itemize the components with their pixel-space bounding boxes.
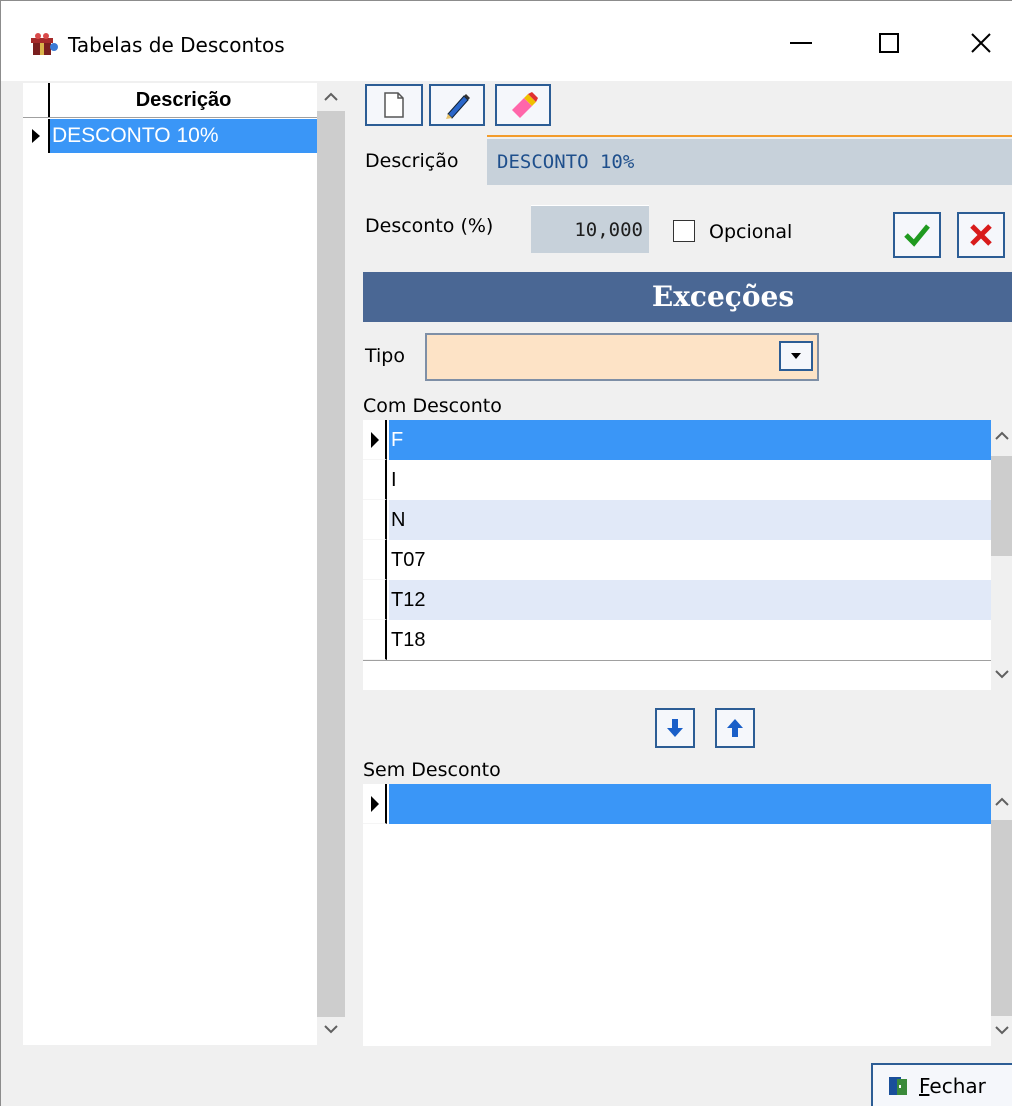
- table-cell[interactable]: N: [389, 500, 991, 540]
- minimize-icon: [790, 42, 812, 44]
- left-grid-scrollbar[interactable]: [317, 83, 345, 1045]
- window-title: Tabelas de Descontos: [68, 33, 285, 57]
- com-desconto-grid[interactable]: F I N T07 T12 T18: [363, 420, 991, 690]
- row-indicator: [363, 420, 387, 460]
- current-row-arrow-icon: [371, 432, 379, 448]
- close-icon: [971, 33, 991, 53]
- sem-desconto-grid[interactable]: [363, 784, 991, 1046]
- chevron-up-icon: [324, 92, 338, 101]
- maximize-button[interactable]: [859, 21, 919, 65]
- fechar-button[interactable]: Fechar: [871, 1063, 1012, 1106]
- eraser-icon: [512, 92, 538, 118]
- table-cell[interactable]: F: [389, 420, 991, 460]
- table-cell[interactable]: DESCONTO 10%: [50, 119, 317, 153]
- sem-desconto-scrollbar[interactable]: [991, 784, 1012, 1046]
- row-indicator: [363, 580, 387, 620]
- current-row-arrow-icon: [32, 129, 40, 143]
- scroll-down-button[interactable]: [317, 1017, 345, 1043]
- fechar-label: Fechar: [919, 1074, 986, 1098]
- opcional-checkbox[interactable]: [673, 220, 695, 242]
- desconto-percent-field[interactable]: 10,000: [531, 205, 649, 253]
- cancel-button[interactable]: [957, 212, 1005, 258]
- row-indicator: [363, 620, 387, 660]
- descricao-field[interactable]: DESCONTO 10%: [487, 139, 1012, 185]
- red-x-icon: [970, 224, 992, 246]
- scroll-down-button[interactable]: [991, 662, 1012, 688]
- arrow-down-icon: [667, 719, 683, 737]
- close-button[interactable]: [951, 21, 1011, 65]
- opcional-label[interactable]: Opcional: [709, 221, 792, 243]
- scroll-down-button[interactable]: [991, 1018, 1012, 1044]
- edit-pen-icon: [446, 94, 470, 119]
- app-gift-icon: [27, 31, 59, 57]
- table-row[interactable]: [363, 784, 991, 824]
- new-button[interactable]: [365, 84, 423, 126]
- table-row[interactable]: T12: [363, 580, 991, 620]
- tipo-select[interactable]: [425, 333, 819, 381]
- row-indicator: [363, 500, 387, 540]
- table-row[interactable]: T07: [363, 540, 991, 580]
- current-row-arrow-icon: [371, 796, 379, 812]
- com-desconto-scrollbar[interactable]: [991, 420, 1012, 690]
- tabelas-de-descontos-window: Tabelas de Descontos Descrição DESCONTO …: [0, 0, 1012, 1106]
- new-document-icon: [384, 92, 404, 118]
- confirm-button[interactable]: [893, 212, 941, 258]
- table-cell[interactable]: I: [389, 460, 991, 500]
- com-desconto-label: Com Desconto: [363, 395, 502, 417]
- exit-door-icon: [889, 1077, 907, 1095]
- table-cell[interactable]: T18: [389, 620, 991, 660]
- tipo-dropdown-button[interactable]: [779, 341, 813, 371]
- table-row[interactable]: I: [363, 460, 991, 500]
- row-indicator: [363, 540, 387, 580]
- header-indicator-column: [23, 83, 50, 117]
- row-indicator: [363, 784, 387, 824]
- sem-desconto-label: Sem Desconto: [363, 759, 501, 781]
- chevron-down-icon: [995, 670, 1009, 679]
- row-indicator: [23, 119, 50, 153]
- accent-divider: [487, 135, 1012, 137]
- scroll-thumb[interactable]: [991, 456, 1012, 556]
- chevron-up-icon: [995, 797, 1009, 806]
- chevron-down-icon: [324, 1025, 338, 1034]
- move-down-button[interactable]: [655, 708, 695, 748]
- table-row[interactable]: DESCONTO 10%: [23, 119, 317, 153]
- excecoes-header: Exceções: [363, 272, 1012, 322]
- fechar-hotkey: F: [919, 1074, 930, 1098]
- table-row[interactable]: F: [363, 420, 991, 460]
- maximize-icon: [879, 33, 899, 53]
- scroll-thumb[interactable]: [991, 820, 1012, 1016]
- row-indicator: [363, 460, 387, 500]
- scroll-up-button[interactable]: [317, 83, 345, 109]
- scroll-thumb[interactable]: [317, 111, 345, 1017]
- scroll-up-button[interactable]: [991, 422, 1012, 448]
- erase-button[interactable]: [495, 84, 551, 126]
- title-bar: Tabelas de Descontos: [1, 1, 1012, 81]
- scroll-up-button[interactable]: [991, 788, 1012, 814]
- table-row[interactable]: T18: [363, 620, 991, 661]
- edit-button[interactable]: [429, 84, 485, 126]
- fechar-label-rest: echar: [929, 1074, 986, 1098]
- dropdown-arrow-icon: [791, 353, 801, 359]
- table-cell[interactable]: [389, 784, 991, 824]
- descricao-label: Descrição: [365, 150, 459, 172]
- table-row[interactable]: N: [363, 500, 991, 540]
- table-cell[interactable]: T07: [389, 540, 991, 580]
- minimize-button[interactable]: [771, 21, 831, 65]
- move-up-button[interactable]: [715, 708, 755, 748]
- column-header-descricao[interactable]: Descrição: [50, 83, 317, 117]
- chevron-down-icon: [995, 1026, 1009, 1035]
- tabelas-grid[interactable]: Descrição DESCONTO 10%: [23, 83, 317, 1045]
- arrow-up-icon: [727, 719, 743, 737]
- tipo-label: Tipo: [365, 345, 405, 367]
- table-cell[interactable]: T12: [389, 580, 991, 620]
- desconto-label: Desconto (%): [365, 215, 494, 237]
- grid-header: Descrição: [23, 83, 317, 118]
- checkmark-icon: [904, 224, 930, 247]
- chevron-up-icon: [995, 431, 1009, 440]
